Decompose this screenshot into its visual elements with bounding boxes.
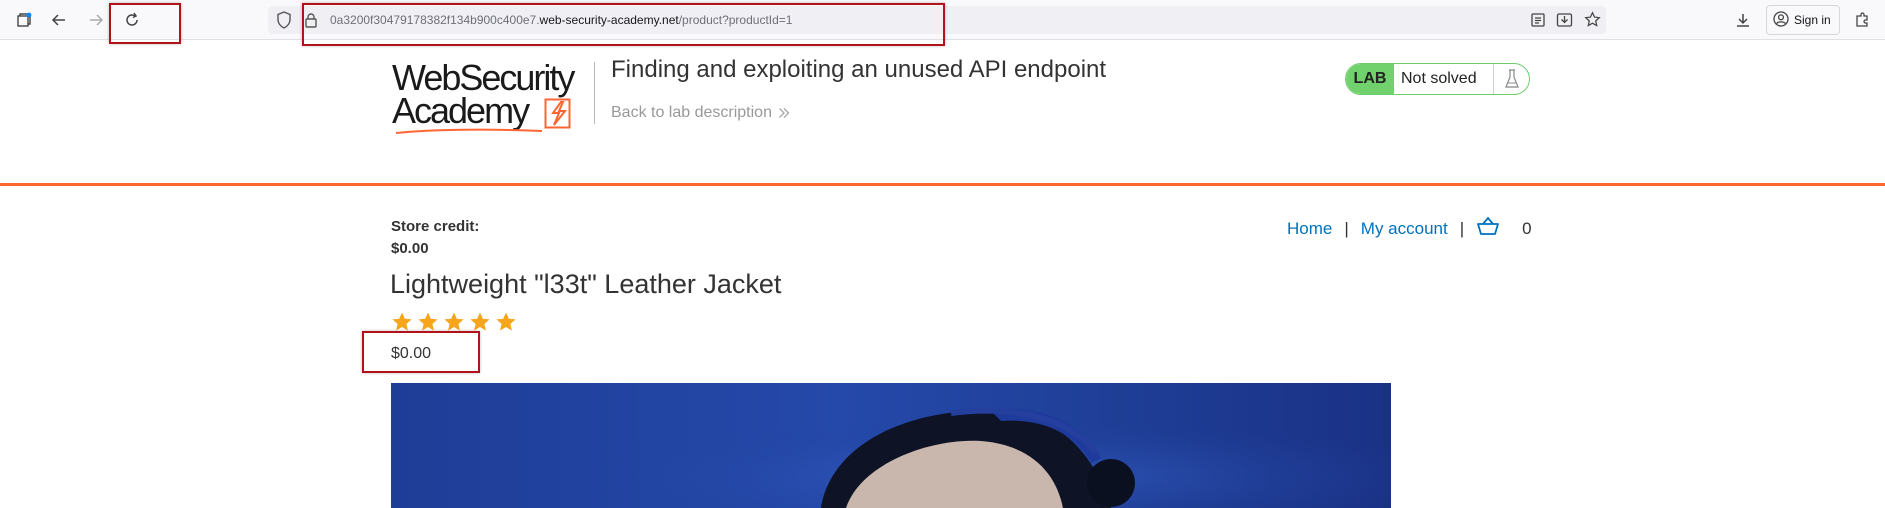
flask-icon [1494, 64, 1529, 94]
url-host: web-security-academy.net [539, 13, 679, 27]
sign-in-button[interactable]: Sign in [1766, 5, 1840, 35]
star-icon [444, 312, 464, 331]
lab-status-text: Not solved [1394, 64, 1494, 94]
save-page-icon[interactable] [1556, 12, 1573, 33]
tab-manager-icon[interactable] [12, 8, 36, 32]
web-security-academy-logo[interactable]: WebSecurity Academy [392, 60, 592, 136]
browser-toolbar: 0a3200f30479178382f134b900c400e7.web-sec… [0, 0, 1885, 40]
logo-line2: Academy [392, 90, 530, 131]
store-credit-value: $0.00 [391, 240, 429, 257]
product-title: Lightweight "l33t" Leather Jacket [390, 269, 782, 299]
shield-icon[interactable] [276, 11, 292, 34]
product-image [391, 383, 1391, 508]
star-icon [496, 312, 516, 331]
bookmark-star-icon[interactable] [1584, 11, 1601, 33]
back-link-label: Back to lab description [611, 104, 772, 121]
star-icon [392, 312, 412, 331]
top-nav: Home | My account | 0 [1287, 216, 1532, 241]
lock-icon[interactable] [304, 12, 318, 33]
nav-home-link[interactable]: Home [1287, 219, 1332, 239]
product-price: $0.00 [391, 345, 432, 362]
star-icon [470, 312, 490, 331]
url-prefix: 0a3200f30479178382f134b900c400e7. [330, 13, 540, 27]
star-icon [418, 312, 438, 331]
nav-my-account-link[interactable]: My account [1361, 219, 1448, 239]
back-arrow-icon[interactable] [47, 8, 71, 32]
reload-icon[interactable] [120, 8, 144, 32]
downloads-icon[interactable] [1731, 8, 1755, 32]
forward-arrow-icon[interactable] [84, 8, 108, 32]
store-credit-label: Store credit: [391, 218, 480, 235]
lab-title: Finding and exploiting an unused API end… [611, 56, 1107, 83]
logo-bolt-icon [544, 98, 571, 129]
header-divider [594, 62, 595, 124]
logo-swoosh [395, 128, 543, 134]
product-rating [390, 311, 518, 333]
sign-in-label: Sign in [1794, 13, 1831, 27]
cart-icon[interactable] [1476, 216, 1500, 241]
cart-count: 0 [1522, 218, 1532, 238]
header-rule [0, 183, 1885, 186]
lab-status-widget: LAB Not solved [1345, 63, 1530, 95]
back-to-lab-description-link[interactable]: Back to lab description [611, 104, 790, 122]
nav-separator: | [1344, 218, 1349, 238]
reader-view-icon[interactable] [1530, 12, 1546, 33]
extensions-icon[interactable] [1850, 8, 1874, 32]
url-path: /product?productId=1 [678, 13, 793, 27]
account-icon [1773, 10, 1789, 30]
double-chevron-right-icon [778, 108, 790, 118]
url-text[interactable]: 0a3200f30479178382f134b900c400e7.web-sec… [330, 13, 792, 27]
address-bar[interactable]: 0a3200f30479178382f134b900c400e7.web-sec… [268, 6, 1606, 34]
lab-badge: LAB [1346, 64, 1394, 94]
nav-separator: | [1459, 218, 1465, 238]
